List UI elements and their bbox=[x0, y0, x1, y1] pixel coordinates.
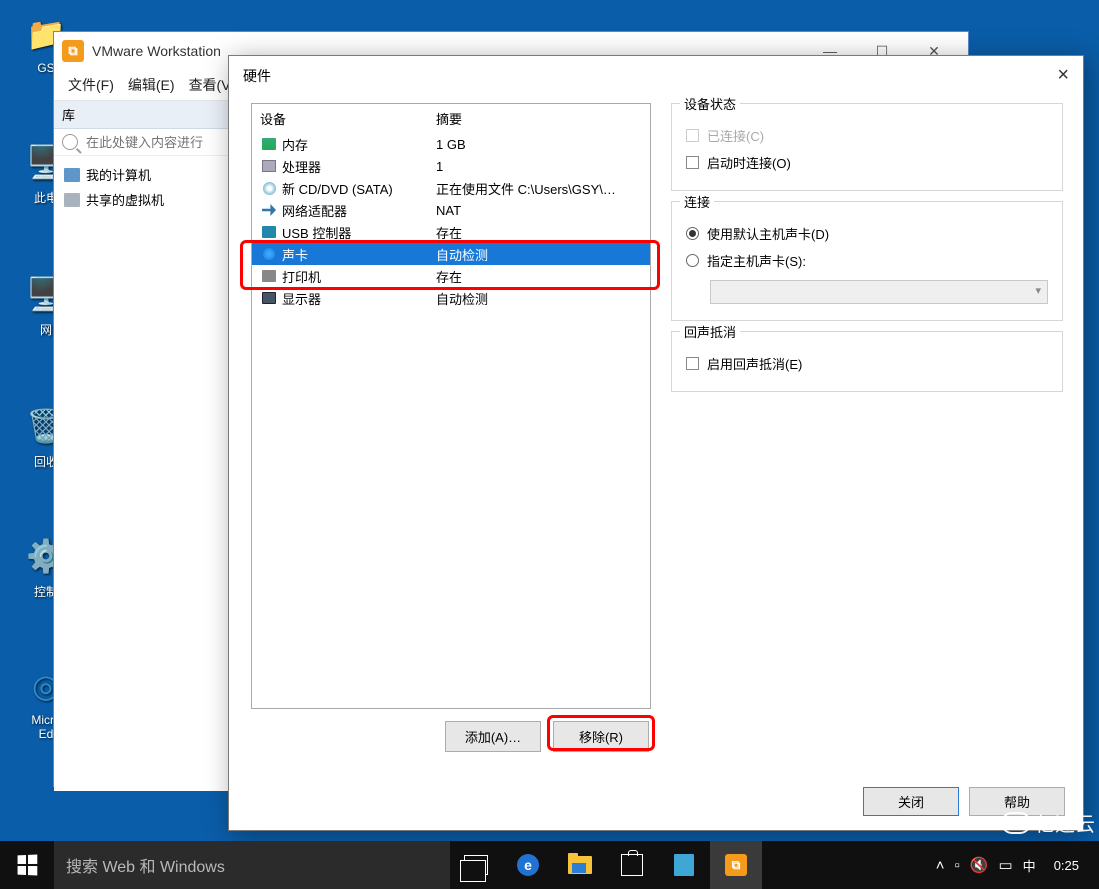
group-legend: 回声抵消 bbox=[680, 322, 740, 341]
task-view-icon bbox=[464, 855, 488, 875]
connected-checkbox: 已连接(C) bbox=[686, 122, 1048, 149]
file-explorer-button[interactable] bbox=[554, 841, 606, 889]
group-legend: 连接 bbox=[680, 192, 714, 211]
library-title: 库 bbox=[54, 101, 231, 129]
window-title: VMware Workstation bbox=[92, 43, 221, 59]
taskbar-search-input[interactable]: 搜索 Web 和 Windows bbox=[54, 841, 450, 889]
mem-icon bbox=[262, 138, 276, 150]
remove-hardware-button[interactable]: 移除(R) bbox=[553, 721, 649, 752]
device-summary: 存在 bbox=[436, 267, 642, 286]
hardware-row[interactable]: 打印机存在 bbox=[252, 265, 650, 287]
hardware-row[interactable]: 处理器1 bbox=[252, 155, 650, 177]
cd-icon bbox=[263, 182, 276, 195]
hardware-dialog: 硬件 × 设备 摘要 内存1 GB处理器1新 CD/DVD (SATA)正在使用… bbox=[228, 55, 1084, 831]
checkbox-icon bbox=[686, 357, 699, 370]
vmware-icon: ⧉ bbox=[725, 854, 747, 876]
task-view-button[interactable] bbox=[450, 841, 502, 889]
device-name: USB 控制器 bbox=[282, 223, 436, 242]
device-name: 处理器 bbox=[282, 157, 436, 176]
hardware-device-list: 设备 摘要 内存1 GB处理器1新 CD/DVD (SATA)正在使用文件 C:… bbox=[251, 103, 651, 709]
device-summary: 存在 bbox=[436, 223, 642, 242]
computer-icon bbox=[64, 168, 80, 182]
vmware-icon: ⧉ bbox=[62, 40, 84, 62]
taskbar-clock[interactable]: 0:25 bbox=[1046, 858, 1087, 873]
hardware-row[interactable]: 声卡自动检测 bbox=[252, 243, 650, 265]
column-header-device: 设备 bbox=[260, 109, 436, 128]
store-icon bbox=[621, 854, 643, 876]
radio-icon bbox=[686, 254, 699, 267]
connection-group: 连接 使用默认主机声卡(D) 指定主机声卡(S): bbox=[671, 201, 1063, 321]
hardware-row[interactable]: USB 控制器存在 bbox=[252, 221, 650, 243]
net-icon bbox=[262, 204, 276, 216]
menu-file[interactable]: 文件(F) bbox=[64, 73, 118, 97]
add-hardware-button[interactable]: 添加(A)… bbox=[445, 721, 541, 752]
device-name: 显示器 bbox=[282, 289, 436, 308]
menu-edit[interactable]: 编辑(E) bbox=[124, 73, 179, 97]
dialog-title: 硬件 bbox=[243, 66, 271, 86]
hardware-row[interactable]: 网络适配器NAT bbox=[252, 199, 650, 221]
watermark-icon bbox=[1001, 812, 1031, 834]
edge-icon: e bbox=[517, 854, 539, 876]
tray-chevron-up-icon[interactable]: ˄ bbox=[936, 857, 945, 874]
checkbox-icon bbox=[686, 129, 699, 142]
notepad-button[interactable] bbox=[658, 841, 710, 889]
device-status-group: 设备状态 已连接(C) 启动时连接(O) bbox=[671, 103, 1063, 191]
echo-cancel-group: 回声抵消 启用回声抵消(E) bbox=[671, 331, 1063, 392]
enable-echo-cancel-checkbox[interactable]: 启用回声抵消(E) bbox=[686, 350, 1048, 377]
disp-icon bbox=[262, 292, 276, 304]
device-summary: 1 GB bbox=[436, 137, 642, 152]
device-name: 打印机 bbox=[282, 267, 436, 286]
usb-icon bbox=[262, 226, 276, 238]
device-name: 声卡 bbox=[282, 245, 436, 264]
group-legend: 设备状态 bbox=[680, 94, 740, 113]
device-name: 新 CD/DVD (SATA) bbox=[282, 179, 436, 198]
device-summary: 自动检测 bbox=[436, 289, 642, 308]
tray-ime-indicator[interactable]: 中 bbox=[1023, 856, 1036, 875]
library-panel: 库 我的计算机 共享的虚拟机 bbox=[54, 101, 232, 791]
search-input[interactable] bbox=[86, 135, 216, 150]
device-name: 内存 bbox=[282, 135, 436, 154]
store-button[interactable] bbox=[606, 841, 658, 889]
taskbar: 搜索 Web 和 Windows e ⧉ ˄ ▫ 🔇 ▭ 中 0:25 bbox=[0, 841, 1099, 889]
tree-shared-vms[interactable]: 共享的虚拟机 bbox=[60, 187, 225, 212]
device-summary: NAT bbox=[436, 203, 642, 218]
windows-logo-icon bbox=[18, 855, 38, 876]
folder-icon bbox=[568, 856, 592, 874]
shared-icon bbox=[64, 193, 80, 207]
hardware-row[interactable]: 新 CD/DVD (SATA)正在使用文件 C:\Users\GSY\… bbox=[252, 177, 650, 199]
vmware-taskbar-button[interactable]: ⧉ bbox=[710, 841, 762, 889]
device-summary: 自动检测 bbox=[436, 245, 642, 264]
hardware-row[interactable]: 显示器自动检测 bbox=[252, 287, 650, 309]
prn-icon bbox=[262, 270, 276, 282]
specify-soundcard-radio[interactable]: 指定主机声卡(S): bbox=[686, 247, 1048, 274]
snd-icon bbox=[263, 248, 275, 260]
watermark: 亿速云 bbox=[1001, 808, 1095, 837]
soundcard-dropdown[interactable] bbox=[710, 280, 1048, 304]
tree-my-computer[interactable]: 我的计算机 bbox=[60, 162, 225, 187]
tray-network-icon[interactable]: ▫ bbox=[954, 857, 959, 874]
edge-button[interactable]: e bbox=[502, 841, 554, 889]
dialog-close-button[interactable]: × bbox=[1057, 64, 1069, 87]
radio-icon bbox=[686, 227, 699, 240]
connect-at-poweron-checkbox[interactable]: 启动时连接(O) bbox=[686, 149, 1048, 176]
start-button[interactable] bbox=[0, 841, 54, 889]
tray-volume-icon[interactable]: 🔇 bbox=[970, 856, 989, 874]
checkbox-icon bbox=[686, 156, 699, 169]
notepad-icon bbox=[674, 854, 694, 876]
cpu-icon bbox=[262, 160, 276, 172]
tray-action-center-icon[interactable]: ▭ bbox=[998, 856, 1012, 874]
device-name: 网络适配器 bbox=[282, 201, 436, 220]
device-summary: 1 bbox=[436, 159, 642, 174]
use-default-soundcard-radio[interactable]: 使用默认主机声卡(D) bbox=[686, 220, 1048, 247]
search-icon bbox=[62, 134, 78, 150]
dialog-close-footer-button[interactable]: 关闭 bbox=[863, 787, 959, 816]
column-header-summary: 摘要 bbox=[436, 109, 642, 128]
hardware-row[interactable]: 内存1 GB bbox=[252, 133, 650, 155]
device-summary: 正在使用文件 C:\Users\GSY\… bbox=[436, 179, 642, 198]
